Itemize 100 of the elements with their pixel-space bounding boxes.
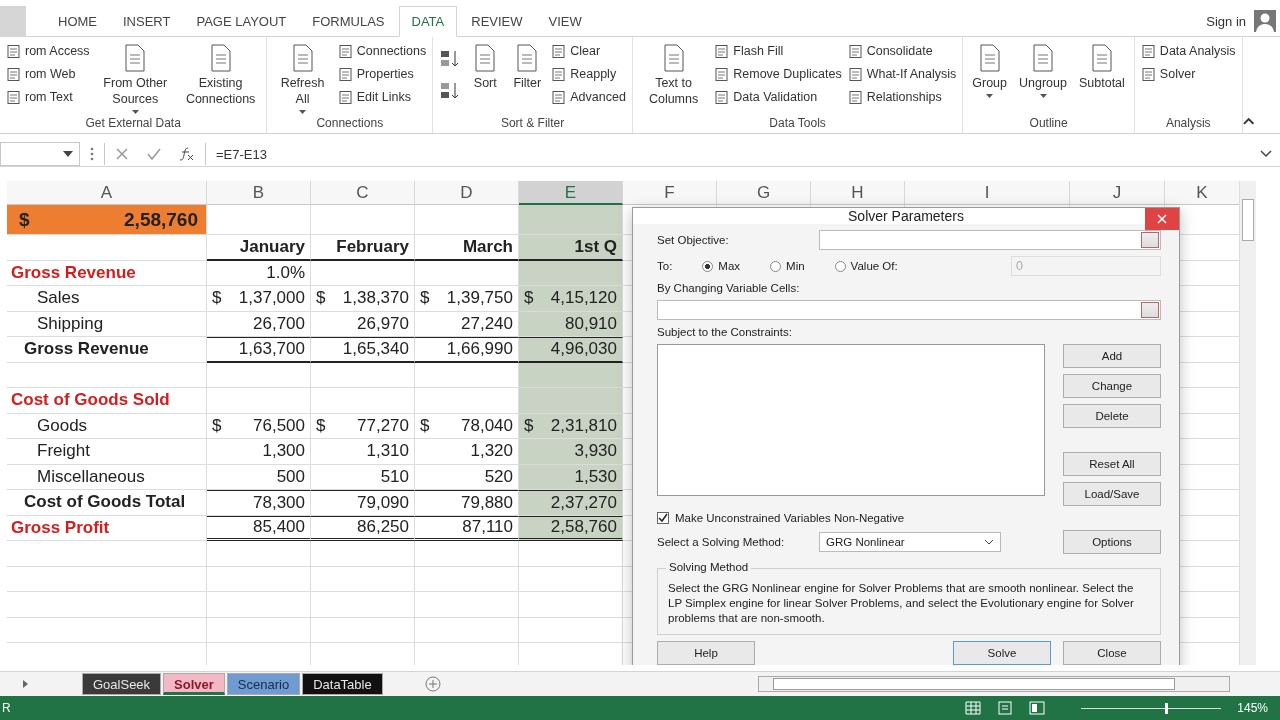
ribbon-button[interactable]: Group — [969, 41, 1011, 116]
dialog-button[interactable]: Add — [1063, 344, 1161, 368]
check-icon[interactable] — [147, 147, 161, 161]
dialog-button[interactable]: Change — [1063, 374, 1161, 398]
document-icon — [847, 89, 863, 105]
options-button[interactable]: Options — [1063, 530, 1161, 554]
ribbon-button[interactable]: Filter — [509, 41, 546, 116]
ribbon-button[interactable]: Relationships — [847, 87, 957, 107]
range-picker-icon[interactable] — [1141, 302, 1159, 318]
normal-view-icon[interactable] — [965, 701, 982, 715]
zoom-level[interactable]: 145% — [1237, 701, 1268, 715]
ribbon-button[interactable]: Connections — [337, 41, 427, 61]
column-header[interactable]: E — [519, 181, 623, 205]
ribbon-tab[interactable]: PAGE LAYOUT — [184, 7, 299, 36]
ribbon-tab[interactable]: FORMULAS — [300, 7, 397, 36]
collapse-icon[interactable] — [1242, 117, 1254, 125]
ribbon-button[interactable]: Sort — [467, 41, 504, 116]
ribbon-button[interactable]: Solver — [1140, 64, 1236, 84]
ribbon-button[interactable]: Ungroup — [1016, 41, 1070, 116]
radio-option[interactable]: Max — [702, 260, 741, 272]
ribbon-button[interactable]: Edit Links — [337, 87, 427, 107]
ribbon-tab[interactable]: INSERT — [111, 7, 183, 36]
close-dialog-button[interactable]: Close — [1063, 641, 1161, 665]
table-cell: Sales — [7, 286, 207, 312]
ribbon-button[interactable]: Data Validation — [714, 87, 842, 107]
group-label: Analysis — [1164, 116, 1212, 132]
scroll-tabs-icon[interactable] — [22, 679, 30, 689]
table-cell: 1,300 — [207, 439, 311, 465]
ribbon-button[interactable]: Remove Duplicates — [714, 64, 842, 84]
ribbon-button[interactable]: Consolidate — [847, 41, 957, 61]
method-dropdown[interactable]: GRG Nonlinear — [819, 532, 1001, 552]
checkmark-icon — [658, 513, 668, 523]
table-cell: 4,96,030 — [519, 337, 623, 363]
radio-option[interactable]: Min — [770, 260, 805, 272]
add-sheet-icon[interactable] — [424, 676, 441, 692]
ribbon-tab[interactable]: VIEW — [536, 7, 594, 36]
cancel-icon[interactable] — [115, 147, 129, 161]
checkbox[interactable]: Make Unconstrained Variables Non-Negative — [657, 512, 1161, 524]
vertical-scrollbar[interactable] — [1239, 181, 1256, 665]
page-layout-icon[interactable] — [997, 701, 1014, 715]
formula-field[interactable]: =E7-E13 — [216, 143, 1250, 165]
dialog-button[interactable]: Reset All — [1063, 452, 1161, 476]
ribbon-button[interactable]: Reapply — [551, 64, 626, 84]
dialog-button[interactable]: Delete — [1063, 404, 1161, 428]
ribbon-button[interactable]: Properties — [337, 64, 427, 84]
sheet-tab[interactable]: Scenario — [226, 673, 301, 695]
document-icon — [337, 66, 353, 82]
field-label: Set Objective: — [657, 234, 730, 246]
column-header[interactable]: K — [1165, 181, 1239, 205]
column-header[interactable]: D — [415, 181, 519, 205]
column-header[interactable]: G — [717, 181, 811, 205]
column-header[interactable]: C — [311, 181, 415, 205]
function-icon[interactable] — [179, 147, 195, 161]
solve-button[interactable]: Solve — [953, 641, 1051, 665]
ribbon-tab[interactable]: DATA — [398, 6, 458, 37]
page-break-icon[interactable] — [1029, 701, 1046, 715]
ribbon-tab[interactable]: REVIEW — [459, 7, 535, 36]
ribbon-button[interactable]: Flash Fill — [714, 41, 842, 61]
ribbon-button[interactable]: Data Analysis — [1140, 41, 1236, 61]
table-cell: $ 76,500 — [207, 413, 311, 439]
ribbon-button[interactable]: Refresh All — [273, 41, 332, 116]
help-button[interactable]: Help — [657, 641, 755, 665]
objective-field[interactable] — [819, 230, 1161, 250]
column-header[interactable]: J — [1070, 181, 1165, 205]
document-icon — [337, 89, 353, 105]
table-cell: Goods — [7, 413, 207, 439]
column-header[interactable]: H — [811, 181, 905, 205]
avatar-icon[interactable] — [1254, 10, 1276, 32]
horizontal-scrollbar[interactable] — [758, 676, 1230, 692]
ribbon-button[interactable]: Subtotal — [1076, 41, 1128, 116]
column-header[interactable]: B — [207, 181, 311, 205]
table-cell: $ 1,37,000 — [207, 286, 311, 312]
sign-in-link[interactable]: Sign in — [1206, 13, 1246, 29]
close-button[interactable] — [1145, 208, 1179, 230]
ribbon-button[interactable]: Advanced — [551, 87, 626, 107]
ribbon-button[interactable]: rom Access — [6, 41, 90, 61]
sheet-tab[interactable]: Solver — [163, 673, 225, 695]
variable-cells-field[interactable] — [657, 300, 1161, 320]
range-picker-icon[interactable] — [1141, 232, 1159, 248]
table-cell: $ 4,15,120 — [519, 286, 623, 312]
sheet-tab[interactable]: DataTable — [302, 673, 383, 695]
column-header[interactable]: F — [623, 181, 717, 205]
ribbon-tab[interactable]: HOME — [46, 7, 109, 36]
ribbon-button[interactable]: rom Web — [6, 64, 90, 84]
table-cell: 79,880 — [415, 490, 519, 516]
dialog-button[interactable]: Load/Save — [1063, 482, 1161, 506]
column-header[interactable]: I — [905, 181, 1070, 205]
ribbon-button[interactable]: What-If Analysis — [847, 64, 957, 84]
ribbon-button[interactable]: Text to Columns — [638, 41, 709, 116]
column-header[interactable]: A — [7, 181, 207, 205]
radio-option[interactable]: Value Of: — [834, 260, 898, 272]
sheet-tab[interactable]: GoalSeek — [82, 673, 162, 695]
ribbon-button[interactable]: From Other Sources — [95, 41, 175, 116]
ribbon-button[interactable]: Existing Connections — [180, 41, 261, 116]
expand-icon[interactable] — [1260, 150, 1272, 158]
ribbon-button[interactable]: rom Text — [6, 87, 90, 107]
document-icon — [1140, 66, 1156, 82]
table-cell: 80,910 — [519, 311, 623, 337]
ribbon-button[interactable]: Clear — [551, 41, 626, 61]
group-label: Get External Data — [84, 116, 182, 132]
